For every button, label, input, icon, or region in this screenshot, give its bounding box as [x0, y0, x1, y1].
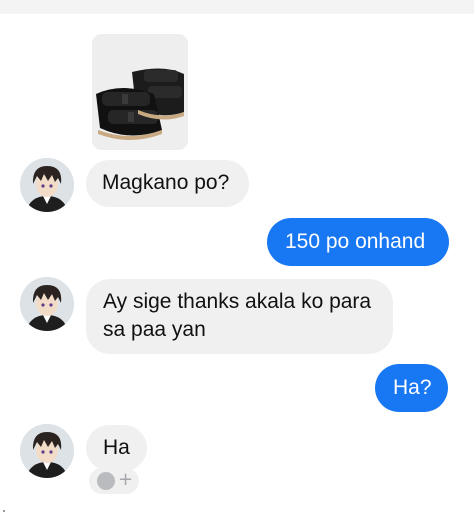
outgoing-message-bubble[interactable]: Ha?	[375, 364, 448, 412]
message-text: Magkano po?	[102, 171, 230, 194]
message-text: Ha	[103, 436, 130, 459]
anime-avatar-icon	[20, 424, 74, 478]
message-text-line: Ay sige thanks akala ko para	[103, 290, 372, 313]
message-text-line: sa paa yan	[103, 318, 206, 341]
incoming-message-bubble[interactable]: Magkano po?	[86, 160, 249, 207]
contact-avatar[interactable]	[20, 424, 74, 478]
anime-avatar-icon	[20, 277, 74, 331]
add-reaction-button[interactable]: +	[89, 468, 139, 494]
smiley-icon	[97, 472, 115, 490]
incoming-message-bubble[interactable]: Ay sige thanks akala ko para sa paa yan	[86, 279, 393, 354]
incoming-message-bubble[interactable]: Ha	[86, 425, 147, 471]
anime-avatar-icon	[20, 158, 74, 212]
contact-avatar[interactable]	[20, 158, 74, 212]
message-text: 150 po onhand	[285, 230, 426, 253]
top-bar	[0, 0, 474, 14]
plus-icon: +	[118, 469, 134, 490]
sandal-image-attachment[interactable]	[92, 34, 188, 150]
sandal-icon	[92, 34, 188, 150]
contact-avatar[interactable]	[20, 277, 74, 331]
message-text: Ha?	[393, 376, 432, 399]
edge-dot	[3, 510, 5, 512]
outgoing-message-bubble[interactable]: 150 po onhand	[267, 218, 449, 266]
